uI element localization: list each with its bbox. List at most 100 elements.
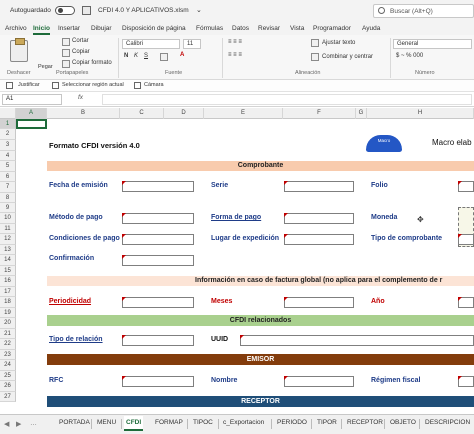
row-header[interactable]: 16 [0, 276, 16, 287]
rfc-input[interactable] [122, 376, 194, 387]
sheet-tab-tipoc[interactable]: TIPOC [191, 419, 215, 426]
sheet-tab-exportacion[interactable]: c_Exportacion [221, 419, 266, 426]
row-header[interactable]: 22 [0, 339, 16, 350]
font-size-select[interactable]: 11 [183, 39, 201, 49]
borders-icon[interactable] [160, 53, 168, 61]
row-header[interactable]: 11 [0, 224, 16, 234]
folio-input[interactable] [458, 181, 474, 192]
tab-dibujar[interactable]: Dibujar [91, 25, 112, 32]
tab-programador[interactable]: Programador [313, 25, 351, 32]
autosave-toggle[interactable] [55, 6, 75, 15]
row-header[interactable]: 15 [0, 266, 16, 276]
align-top-icon[interactable]: ≡ ≡ ≡ [228, 39, 242, 45]
camera-button[interactable]: Cámara [144, 82, 164, 88]
sheet-tab-tipor[interactable]: TIPOR [315, 419, 339, 426]
currency-format-button[interactable]: $ ~ % 000 [396, 53, 423, 59]
sheet-tab-formap[interactable]: FORMAP [153, 419, 185, 426]
row-header[interactable]: 10 [0, 213, 16, 224]
row-header[interactable]: 21 [0, 329, 16, 339]
tab-formulas[interactable]: Fórmulas [196, 25, 223, 32]
row-header[interactable]: 24 [0, 360, 16, 371]
column-header[interactable]: E [204, 108, 283, 119]
regimen-fiscal-input[interactable] [458, 376, 474, 387]
confirmacion-input[interactable] [122, 255, 194, 266]
tab-vista[interactable]: Vista [290, 25, 304, 32]
column-header[interactable]: D [164, 108, 204, 119]
row-header[interactable]: 5 [0, 161, 16, 172]
uuid-input[interactable] [240, 335, 474, 346]
row-header[interactable]: 20 [0, 318, 16, 329]
wrap-text-button[interactable]: Ajustar texto [322, 40, 355, 46]
row-header[interactable]: 4 [0, 151, 16, 161]
column-header[interactable]: C [120, 108, 164, 119]
row-header[interactable]: 17 [0, 287, 16, 297]
row-header[interactable]: 19 [0, 308, 16, 318]
anio-input[interactable] [458, 297, 474, 308]
tab-archivo[interactable]: Archivo [5, 25, 27, 32]
number-format-select[interactable]: General [393, 39, 472, 49]
link-tipo-relacion[interactable]: Tipo de relación [49, 336, 103, 343]
spreadsheet-grid[interactable]: A B C D E F G H 1 2 3 4 5 6 7 8 9 10 11 … [0, 108, 474, 414]
cut-button[interactable]: Cortar [72, 38, 89, 44]
metodo-pago-input[interactable] [122, 213, 194, 224]
column-header[interactable]: A [16, 108, 47, 119]
lugar-expedicion-input[interactable] [284, 234, 354, 245]
font-color-icon[interactable]: A [180, 52, 184, 58]
nombre-input[interactable] [284, 376, 354, 387]
font-name-select[interactable]: Calibri [122, 39, 180, 49]
row-header[interactable]: 12 [0, 234, 16, 245]
periodicidad-input[interactable] [122, 297, 194, 308]
link-periodicidad[interactable]: Periodicidad [49, 298, 91, 305]
paste-icon[interactable] [10, 38, 28, 62]
row-header[interactable]: 18 [0, 297, 16, 308]
tab-datos[interactable]: Datos [232, 25, 249, 32]
row-header[interactable]: 25 [0, 371, 16, 381]
serie-input[interactable] [284, 181, 354, 192]
row-header[interactable]: 14 [0, 255, 16, 266]
forma-pago-input[interactable] [284, 213, 354, 224]
search-box[interactable]: Buscar (Alt+Q) [373, 4, 474, 18]
sheet-tab-receptor[interactable]: RECEPTOR [345, 419, 385, 426]
row-header[interactable]: 27 [0, 392, 16, 402]
underline-button[interactable]: S [144, 53, 148, 59]
row-header[interactable]: 6 [0, 172, 16, 182]
row-header[interactable]: 9 [0, 203, 16, 213]
italic-button[interactable]: K [134, 53, 138, 59]
meses-input[interactable] [284, 297, 354, 308]
sheet-tab-periodo[interactable]: PERIODO [275, 419, 309, 426]
scroll-left-icon[interactable]: ◀ [4, 420, 9, 428]
column-header[interactable]: F [283, 108, 356, 119]
merge-center-button[interactable]: Combinar y centrar [322, 54, 373, 60]
select-region-button[interactable]: Seleccionar región actual [62, 82, 124, 88]
bold-button[interactable]: N [124, 53, 128, 59]
sheet-tab-cfdi[interactable]: CFDI [124, 416, 144, 431]
justify-button[interactable]: Justificar [18, 82, 40, 88]
name-box[interactable]: A1 [2, 94, 62, 105]
sheet-tab-descripcion[interactable]: DESCRIPCION [423, 419, 472, 426]
column-header[interactable]: B [47, 108, 120, 119]
chevron-down-icon[interactable]: ⌄ [196, 6, 202, 14]
row-header[interactable]: 8 [0, 193, 16, 203]
scroll-right-icon[interactable]: ▶ [16, 420, 21, 428]
sheet-tab-menu[interactable]: MENU [95, 419, 118, 426]
save-icon[interactable] [82, 6, 91, 15]
select-all-corner[interactable] [0, 108, 16, 119]
row-header[interactable]: 7 [0, 182, 16, 193]
format-painter-button[interactable]: Copiar formato [72, 60, 112, 66]
tipo-relacion-input[interactable] [122, 335, 194, 346]
fx-icon[interactable]: fx [78, 94, 83, 101]
link-forma-pago[interactable]: Forma de pago [211, 214, 261, 221]
row-header[interactable]: 13 [0, 245, 16, 255]
align-left-icon[interactable]: ≡ ≡ ≡ [228, 52, 242, 58]
tab-revisar[interactable]: Revisar [258, 25, 280, 32]
tab-ayuda[interactable]: Ayuda [362, 25, 380, 32]
paste-button-label[interactable]: Pegar [38, 64, 53, 70]
sheet-tab-portada[interactable]: PORTADA [57, 419, 92, 426]
row-header[interactable]: 1 [0, 119, 16, 129]
column-header[interactable]: H [367, 108, 474, 119]
row-header[interactable]: 3 [0, 140, 16, 151]
fecha-emision-input[interactable] [122, 181, 194, 192]
column-header[interactable]: G [356, 108, 367, 119]
tipo-comprobante-input[interactable] [458, 234, 474, 245]
tab-insertar[interactable]: Insertar [58, 25, 80, 32]
